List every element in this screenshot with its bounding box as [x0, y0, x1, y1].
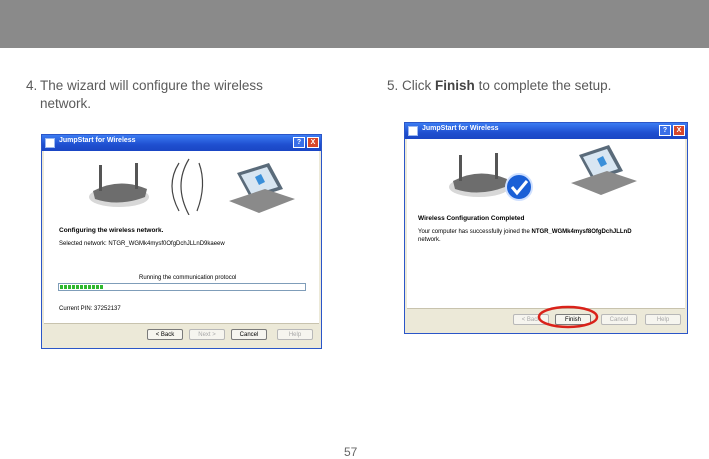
progress-bar [58, 283, 306, 291]
router-icon [449, 153, 509, 197]
title-bar[interactable]: JumpStart for Wireless ? X [42, 135, 321, 151]
title-bar[interactable]: JumpStart for Wireless ? X [405, 123, 687, 139]
step-4-number: 4. [26, 78, 38, 93]
laptop-icon [229, 163, 295, 213]
step-4-instruction: The wizard will configure the wireless n… [40, 78, 263, 111]
router-to-laptop-illustration [89, 158, 295, 215]
jumpstart-dialog-completed: JumpStart for Wireless ? X Wireless Conf [404, 122, 688, 334]
wireless-signal-icon [171, 158, 204, 215]
help-title-button[interactable]: ? [659, 125, 671, 136]
dialog-body: Wireless Configuration Completed Your co… [407, 139, 685, 331]
joined-network-name: NTGR_WGMk4mysf8OfgDchJLLnD [531, 229, 632, 235]
laptop-icon [571, 145, 637, 195]
window-title: JumpStart for Wireless [59, 137, 136, 144]
progress-bar-fill [60, 285, 104, 289]
router-success-illustration [449, 145, 637, 201]
selected-network: Selected network: NTGR_WGMk4mysf0OfgDchJ… [59, 241, 225, 247]
app-icon [408, 126, 418, 136]
finish-highlight-circle [537, 305, 599, 329]
help-title-button[interactable]: ? [293, 137, 305, 148]
completed-heading: Wireless Configuration Completed [418, 215, 525, 222]
step-5-action: Finish [435, 78, 475, 93]
window-title: JumpStart for Wireless [422, 125, 499, 132]
router-icon [89, 163, 149, 207]
step-5-number: 5. [387, 78, 399, 93]
help-button[interactable]: Help [277, 329, 313, 340]
button-bar: < Back Next > Cancel Help [44, 323, 319, 346]
header-band [0, 0, 709, 48]
app-icon [45, 138, 55, 148]
current-pin: Current PIN: 37252137 [59, 306, 121, 312]
status-heading: Configuring the wireless network. [59, 227, 164, 234]
cancel-button[interactable]: Cancel [601, 314, 637, 325]
message-line-1: Your computer has successfully joined th… [418, 229, 530, 235]
checkmark-icon [505, 173, 533, 201]
step-5-text-after: to complete the setup. [478, 78, 612, 93]
completed-message: Your computer has successfully joined th… [418, 229, 632, 235]
page-number: 57 [344, 445, 358, 459]
next-button[interactable]: Next > [189, 329, 225, 340]
back-button[interactable]: < Back [147, 329, 183, 340]
jumpstart-dialog-configuring: JumpStart for Wireless ? X Configuring t… [41, 134, 322, 349]
help-button[interactable]: Help [645, 314, 681, 325]
step-4-text: 4. The wizard will configure the wireles… [26, 77, 296, 113]
cancel-button[interactable]: Cancel [231, 329, 267, 340]
close-button[interactable]: X [673, 125, 685, 136]
dialog-body: Configuring the wireless network. Select… [44, 151, 319, 346]
message-line-2: network. [418, 237, 441, 243]
progress-label: Running the communication protocol [139, 275, 237, 281]
close-button[interactable]: X [307, 137, 319, 148]
step-5-text: 5. Click Finish to complete the setup. [387, 77, 687, 95]
step-5-text-before: Click [402, 78, 432, 93]
